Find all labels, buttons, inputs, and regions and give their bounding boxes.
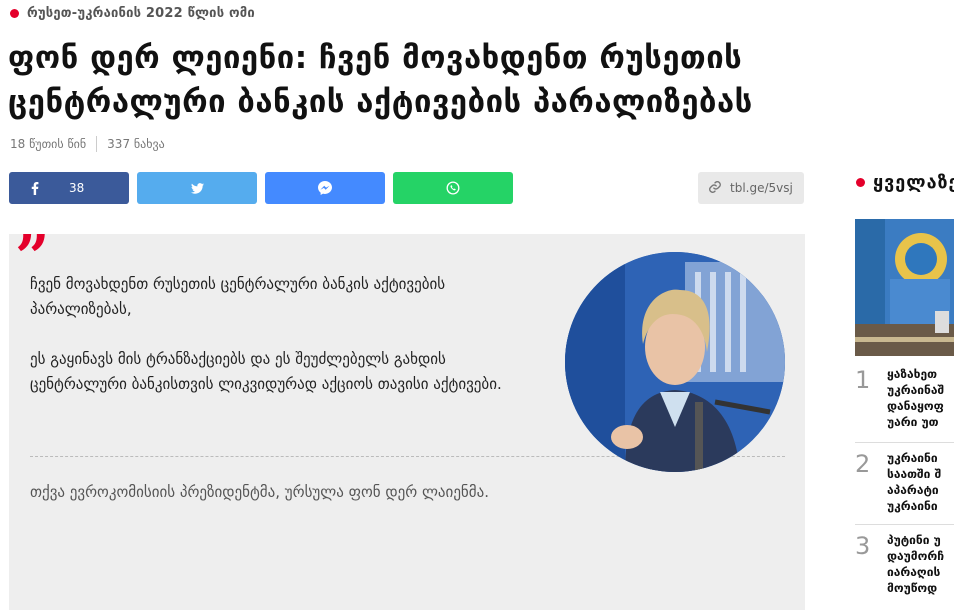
time-ago: 18 წუთის წინ bbox=[10, 137, 87, 151]
category-text: რუსეთ-უკრაინის 2022 წლის ომი bbox=[27, 6, 255, 21]
sidebar-item-title: ყაზახეთ უკრაინაშ დანაყოფ უარი უთ bbox=[887, 366, 944, 430]
headline-line-1: ფონ დერ ლეიენი: ჩვენ მოვახდენთ რუსეთის bbox=[8, 40, 743, 76]
sidebar-item-3[interactable]: 3 პუტინი უ დაუმორჩ იარაღის მოუწოდ bbox=[855, 532, 954, 596]
sidebar-item-line: უარი უთ bbox=[887, 415, 939, 429]
sidebar-title: ყველაზე bbox=[873, 172, 954, 193]
sidebar-item-line: პუტინი უ bbox=[887, 533, 941, 547]
sidebar-item-number: 1 bbox=[855, 366, 871, 394]
messenger-share-button[interactable] bbox=[265, 172, 385, 204]
sidebar-item-number: 3 bbox=[855, 532, 871, 560]
category-label[interactable]: რუსეთ-უკრაინის 2022 წლის ომი bbox=[10, 6, 255, 21]
sidebar-item-line: უკრაინი bbox=[887, 451, 938, 465]
quote-text: ჩვენ მოვახდენთ რუსეთის ცენტრალური ბანკის… bbox=[30, 272, 530, 397]
speaker-photo bbox=[565, 252, 785, 472]
sidebar-item-line: დანაყოფ bbox=[887, 399, 944, 413]
facebook-share-count: 38 bbox=[69, 181, 85, 195]
sidebar-item-number: 2 bbox=[855, 450, 871, 478]
facebook-icon bbox=[31, 181, 39, 195]
sidebar-item-line: დაუმორჩ bbox=[887, 549, 945, 563]
sidebar-item-title: პუტინი უ დაუმორჩ იარაღის მოუწოდ bbox=[887, 532, 944, 596]
quote-attribution: თქვა ევროკომისიის პრეზიდენტმა, ურსულა ფო… bbox=[30, 483, 489, 501]
sidebar-item-title: უკრაინი საათში შ აპარატი უკრაინი bbox=[887, 450, 941, 514]
headline-line-2: ცენტრალური ბანკის აქტივების პარალიზებას bbox=[8, 84, 753, 120]
short-link-button[interactable]: tbl.ge/5vsj bbox=[698, 172, 804, 204]
sidebar-item-line: იარაღის bbox=[887, 565, 941, 579]
sidebar-item-line: საათში შ bbox=[887, 467, 942, 481]
article-meta: 18 წუთის წინ 337 ნახვა bbox=[10, 136, 165, 152]
page-title: ფონ დერ ლეიენი: ჩვენ მოვახდენთ რუსეთის ც… bbox=[8, 36, 954, 124]
quote-paragraph-1: ჩვენ მოვახდენთ რუსეთის ცენტრალური ბანკის… bbox=[30, 275, 446, 318]
sidebar-item-line: ყაზახეთ bbox=[887, 367, 938, 381]
link-icon bbox=[708, 180, 722, 197]
view-count: 337 ნახვა bbox=[107, 137, 165, 151]
sidebar-header-dot bbox=[856, 178, 865, 187]
whatsapp-share-button[interactable] bbox=[393, 172, 513, 204]
sidebar-item-2[interactable]: 2 უკრაინი საათში შ აპარატი უკრაინი bbox=[855, 450, 954, 514]
twitter-icon bbox=[190, 182, 204, 194]
short-link-text: tbl.ge/5vsj bbox=[730, 181, 793, 195]
quote-paragraph-2: ეს გაყინავს მის ტრანზაქციებს და ეს შეუძლ… bbox=[30, 350, 502, 393]
sidebar-item-1[interactable]: 1 ყაზახეთ უკრაინაშ დანაყოფ უარი უთ bbox=[855, 366, 954, 430]
sidebar-item-line: აპარატი bbox=[887, 483, 939, 497]
sidebar-item-line: უკრაინაშ bbox=[887, 383, 945, 397]
twitter-share-button[interactable] bbox=[137, 172, 257, 204]
sidebar-header: ყველაზე bbox=[856, 172, 954, 193]
sidebar-item-line: უკრაინი bbox=[887, 499, 938, 513]
category-dot bbox=[10, 9, 19, 18]
facebook-share-button[interactable]: 38 bbox=[9, 172, 129, 204]
sidebar-item-line: მოუწოდ bbox=[887, 581, 938, 595]
quote-block: ” ჩვენ მოვახდენთ რუსეთის ცენტრალური ბანკ… bbox=[9, 228, 805, 610]
sidebar-divider bbox=[855, 524, 954, 525]
messenger-icon bbox=[318, 181, 332, 195]
whatsapp-icon bbox=[446, 181, 460, 195]
sidebar-divider bbox=[855, 442, 954, 443]
sidebar-featured-image[interactable] bbox=[855, 219, 954, 356]
meta-separator bbox=[96, 136, 98, 152]
